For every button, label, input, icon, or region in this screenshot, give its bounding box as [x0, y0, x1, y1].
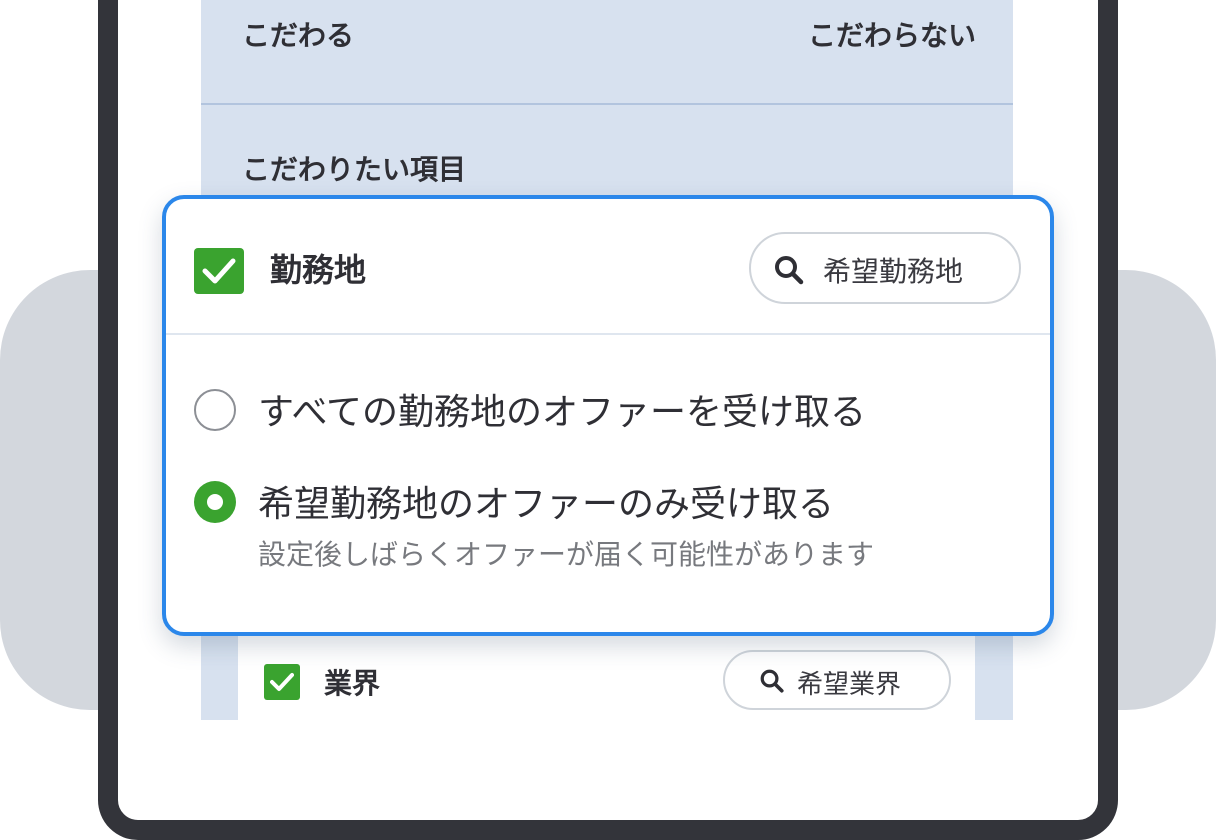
industry-title: 業界 [324, 667, 381, 700]
check-icon [202, 258, 236, 284]
divider [201, 103, 1013, 105]
work-location-search-button[interactable]: 希望勤務地 [749, 232, 1021, 304]
preference-scale: こだわる こだわらない [242, 10, 976, 54]
radio-unselected[interactable] [194, 389, 236, 431]
preference-left-label: こだわる [242, 19, 355, 52]
option-preferred-locations-note: 設定後しばらくオファーが届く可能性があります [258, 538, 875, 571]
check-icon [270, 673, 294, 691]
work-location-checkbox[interactable] [194, 248, 244, 294]
work-location-title: 勤務地 [270, 251, 367, 289]
radio-selected[interactable] [194, 481, 236, 523]
industry-search-button[interactable]: 希望業界 [723, 650, 951, 710]
preference-right-label: こだわらない [807, 19, 976, 52]
option-all-locations-label: すべての勤務地のオファーを受け取る [258, 392, 867, 433]
work-location-search-label: 希望勤務地 [823, 255, 964, 288]
search-icon [760, 669, 784, 693]
industry-checkbox[interactable] [264, 664, 300, 700]
search-icon [775, 256, 804, 285]
section-title: こだわりたい項目 [242, 153, 467, 186]
option-preferred-locations-label: 希望勤務地のオファーのみ受け取る [258, 484, 835, 525]
industry-search-label: 希望業界 [797, 670, 902, 700]
work-location-header: 勤務地 希望勤務地 [166, 199, 1050, 335]
work-location-card: 勤務地 希望勤務地 すべての勤務地のオファーを受け取る 希望勤務地のオファーのみ… [162, 195, 1054, 636]
industry-row: 業界 希望業界 [238, 622, 975, 720]
